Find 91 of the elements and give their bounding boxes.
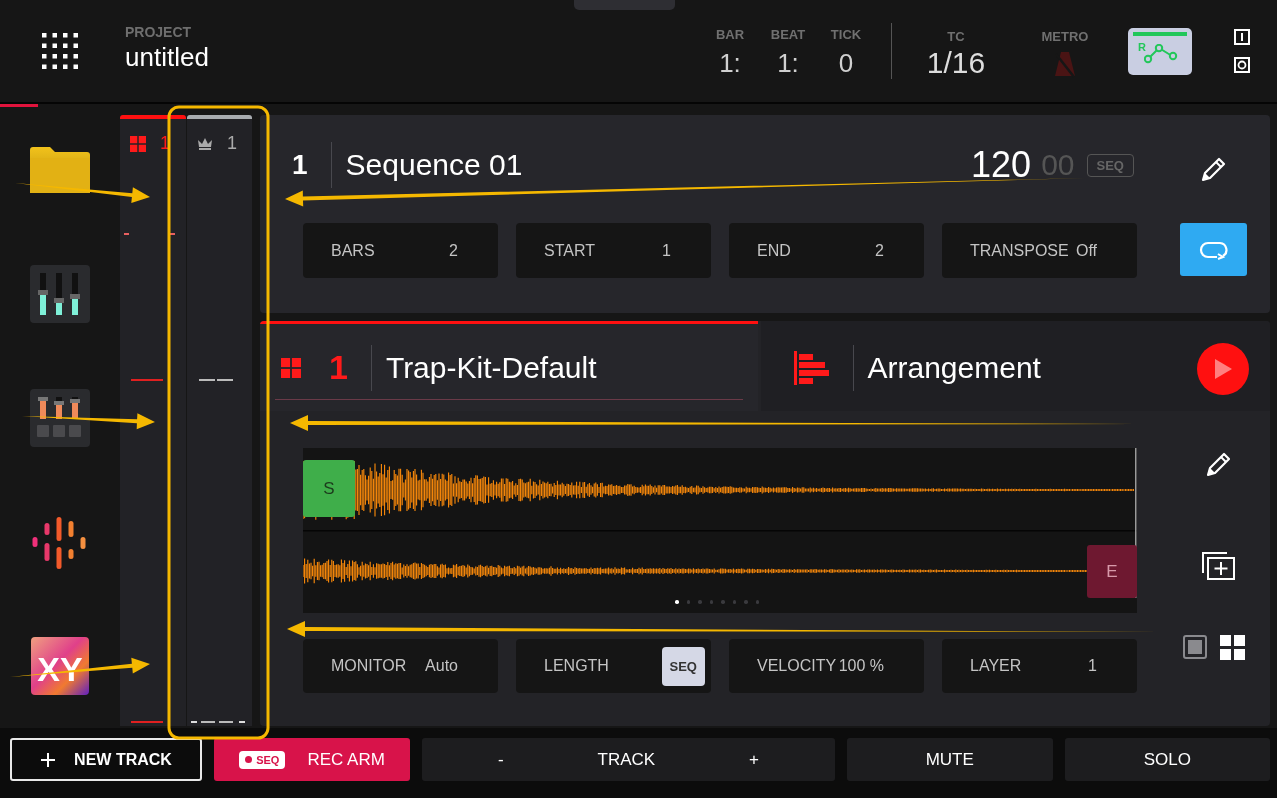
field-value: 2	[449, 241, 458, 260]
field-label: VELOCITY	[757, 657, 837, 675]
rec-arm-button[interactable]: SEQ REC ARM	[214, 738, 410, 781]
counter-value: 1:	[719, 48, 741, 79]
tc-label: TC	[947, 28, 965, 44]
field-label: TRANSPOSE	[970, 241, 1069, 260]
level-tick	[170, 233, 175, 235]
field-label: END	[757, 241, 791, 260]
track-stepper[interactable]: - TRACK +	[422, 738, 835, 781]
level-tick	[191, 721, 197, 723]
parameter-field[interactable]: BARS 2	[303, 223, 498, 278]
tc-value[interactable]: 1/16	[926, 45, 986, 80]
parameter-field[interactable]: LAYER 1	[942, 639, 1137, 693]
seq-badge: SEQ	[239, 750, 286, 769]
track-label: TRACK	[597, 749, 656, 770]
page-dot[interactable]	[732, 600, 736, 604]
level-tick	[239, 721, 245, 723]
field-label: LAYER	[970, 657, 1022, 675]
circle-in-square-icon[interactable]	[1234, 57, 1250, 73]
sequence-name[interactable]: Sequence 01	[345, 148, 523, 182]
mixer-pads-icon[interactable]	[30, 389, 90, 447]
field-value: 1	[662, 241, 671, 260]
add-layer-icon[interactable]	[1200, 551, 1237, 581]
field-value: Auto	[425, 657, 458, 675]
level-tick	[124, 233, 129, 235]
parameter-field[interactable]: END 2	[729, 223, 924, 278]
field-value: 100 %	[838, 657, 884, 675]
level-tick	[199, 379, 215, 381]
plus-icon	[40, 751, 57, 768]
length-source-button[interactable]: SEQ	[661, 646, 705, 686]
toggle-button[interactable]: MUTE	[847, 738, 1053, 781]
folder-icon[interactable]	[30, 147, 90, 193]
marker-handle[interactable]: E	[1087, 545, 1137, 598]
field-label: BARS	[331, 241, 375, 260]
previous-track-button[interactable]: -	[492, 738, 510, 781]
bar-in-square-icon[interactable]	[1234, 29, 1250, 45]
counter-value: 0	[838, 48, 854, 79]
field-value: 2	[875, 241, 884, 260]
counter-label: BEAT	[770, 27, 806, 42]
project-name: untitled	[125, 41, 209, 73]
counter-label: BAR	[715, 27, 745, 42]
field-label: START	[544, 241, 595, 260]
crown-icon	[197, 136, 213, 151]
field-label: MONITOR	[331, 657, 407, 675]
next-track-button[interactable]: +	[743, 738, 765, 781]
page-dot[interactable]	[698, 600, 702, 604]
strip-number: 1	[160, 133, 170, 154]
tempo-value[interactable]: 120	[971, 144, 1032, 186]
parameter-field[interactable]: MONITOR Auto	[303, 639, 498, 693]
arrangement-icon	[793, 350, 830, 385]
parameter-field[interactable]: START 1	[516, 223, 711, 278]
counter-label: TICK	[830, 27, 862, 42]
strip-number: 1	[227, 133, 237, 154]
single-view-icon[interactable]	[1182, 635, 1207, 659]
level-tick	[201, 721, 215, 723]
parameter-field[interactable]: VELOCITY 100 %	[729, 639, 924, 693]
track-tab[interactable]: Arrangement	[760, 321, 1270, 411]
grid-view-icon[interactable]	[1219, 635, 1245, 660]
project-label: PROJECT	[125, 23, 193, 40]
track-strip[interactable]: 1	[120, 115, 186, 726]
play-icon	[1213, 358, 1233, 380]
loop-icon	[1198, 239, 1229, 260]
metro-label: METRO	[1041, 28, 1089, 44]
field-label: LENGTH	[544, 657, 609, 675]
loop-button[interactable]	[1180, 223, 1247, 276]
page-dot[interactable]	[744, 600, 748, 604]
marker-handle[interactable]: S	[303, 460, 355, 517]
counter-value: 1:	[777, 48, 799, 79]
pad-grid-icon	[130, 135, 146, 152]
level-tick	[219, 721, 233, 723]
page-dot[interactable]	[755, 600, 759, 604]
field-value: 1	[1088, 657, 1097, 675]
automation-curve-icon	[1144, 43, 1180, 64]
field-value: Off	[1075, 241, 1097, 260]
new-track-button[interactable]: NEW TRACK	[10, 738, 202, 781]
parameter-field[interactable]: TRANSPOSE Off	[942, 223, 1137, 278]
rec-arm-label: REC ARM	[307, 749, 385, 770]
parameter-field[interactable]: LENGTH SEQ	[516, 639, 711, 693]
page-dot[interactable]	[686, 600, 690, 604]
page-dot[interactable]	[675, 600, 679, 604]
mixer-faders-icon[interactable]	[30, 265, 90, 323]
grid-menu-icon[interactable]	[42, 33, 78, 69]
pad-grid-icon	[281, 357, 301, 378]
track-tab[interactable]: 1 Trap-Kit-Default	[260, 321, 758, 411]
track-strip[interactable]: 1	[187, 115, 252, 726]
toggle-button[interactable]: SOLO	[1064, 738, 1270, 781]
drag-handle[interactable]	[574, 0, 675, 10]
level-tick	[217, 379, 233, 381]
page-dot[interactable]	[709, 600, 713, 604]
page-dot[interactable]	[721, 600, 725, 604]
sequence-number: 1	[292, 149, 308, 181]
